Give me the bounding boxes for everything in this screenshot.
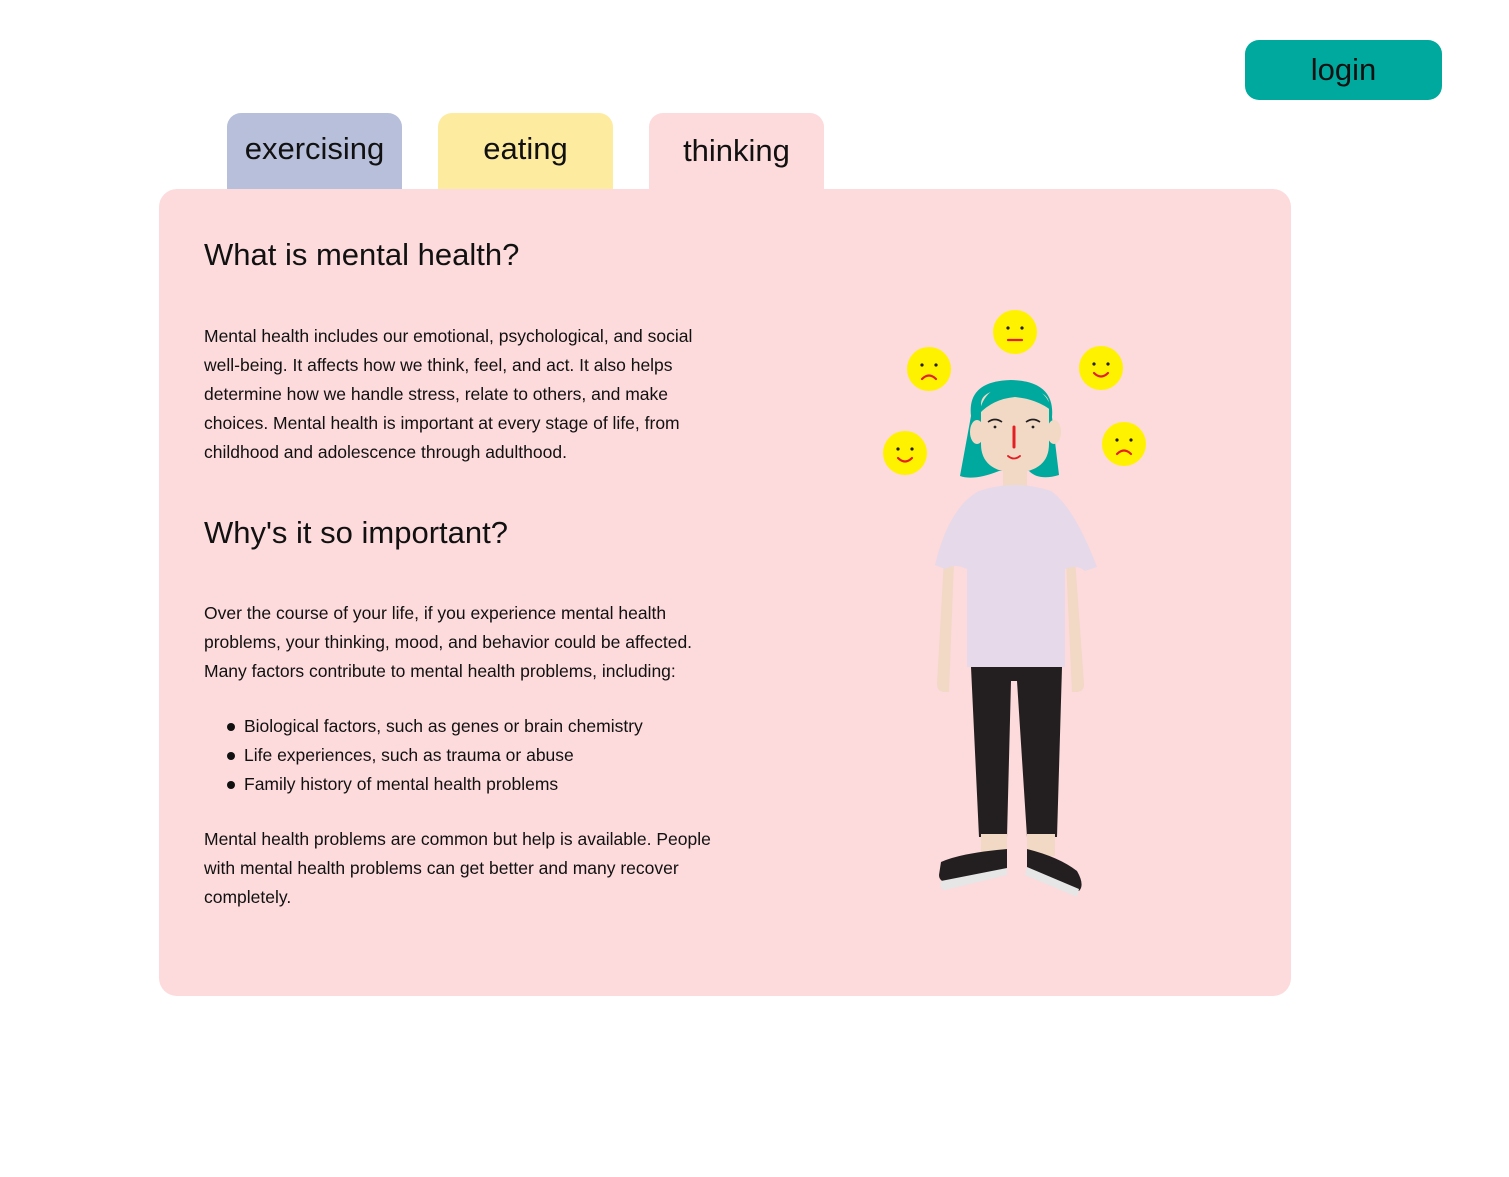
why-heading: Why's it so important? — [204, 515, 508, 550]
content-panel: What is mental health? Mental health inc… — [159, 189, 1291, 996]
happy-face-icon — [1079, 346, 1123, 390]
happy-face-icon — [883, 431, 927, 475]
list-item: Family history of mental health problems — [227, 770, 643, 799]
sad-face-icon — [907, 347, 951, 391]
what-heading: What is mental health? — [204, 237, 520, 272]
sad-face-icon — [1102, 422, 1146, 466]
tab-eating[interactable]: eating — [438, 113, 613, 189]
what-paragraph: Mental health includes our emotional, ps… — [204, 326, 693, 462]
neutral-face-icon — [993, 310, 1037, 354]
tab-exercising[interactable]: exercising — [227, 113, 402, 189]
why-paragraph: Over the course of your life, if you exp… — [204, 603, 693, 681]
list-item: Biological factors, such as genes or bra… — [227, 712, 643, 741]
tab-thinking[interactable]: thinking — [649, 113, 824, 193]
list-item: Life experiences, such as trauma or abus… — [227, 741, 643, 770]
closing-paragraph: Mental health problems are common but he… — [204, 829, 711, 907]
login-button[interactable]: login — [1245, 40, 1442, 100]
factors-list: Biological factors, such as genes or bra… — [204, 712, 643, 799]
person-with-mood-faces-icon — [883, 310, 1146, 897]
